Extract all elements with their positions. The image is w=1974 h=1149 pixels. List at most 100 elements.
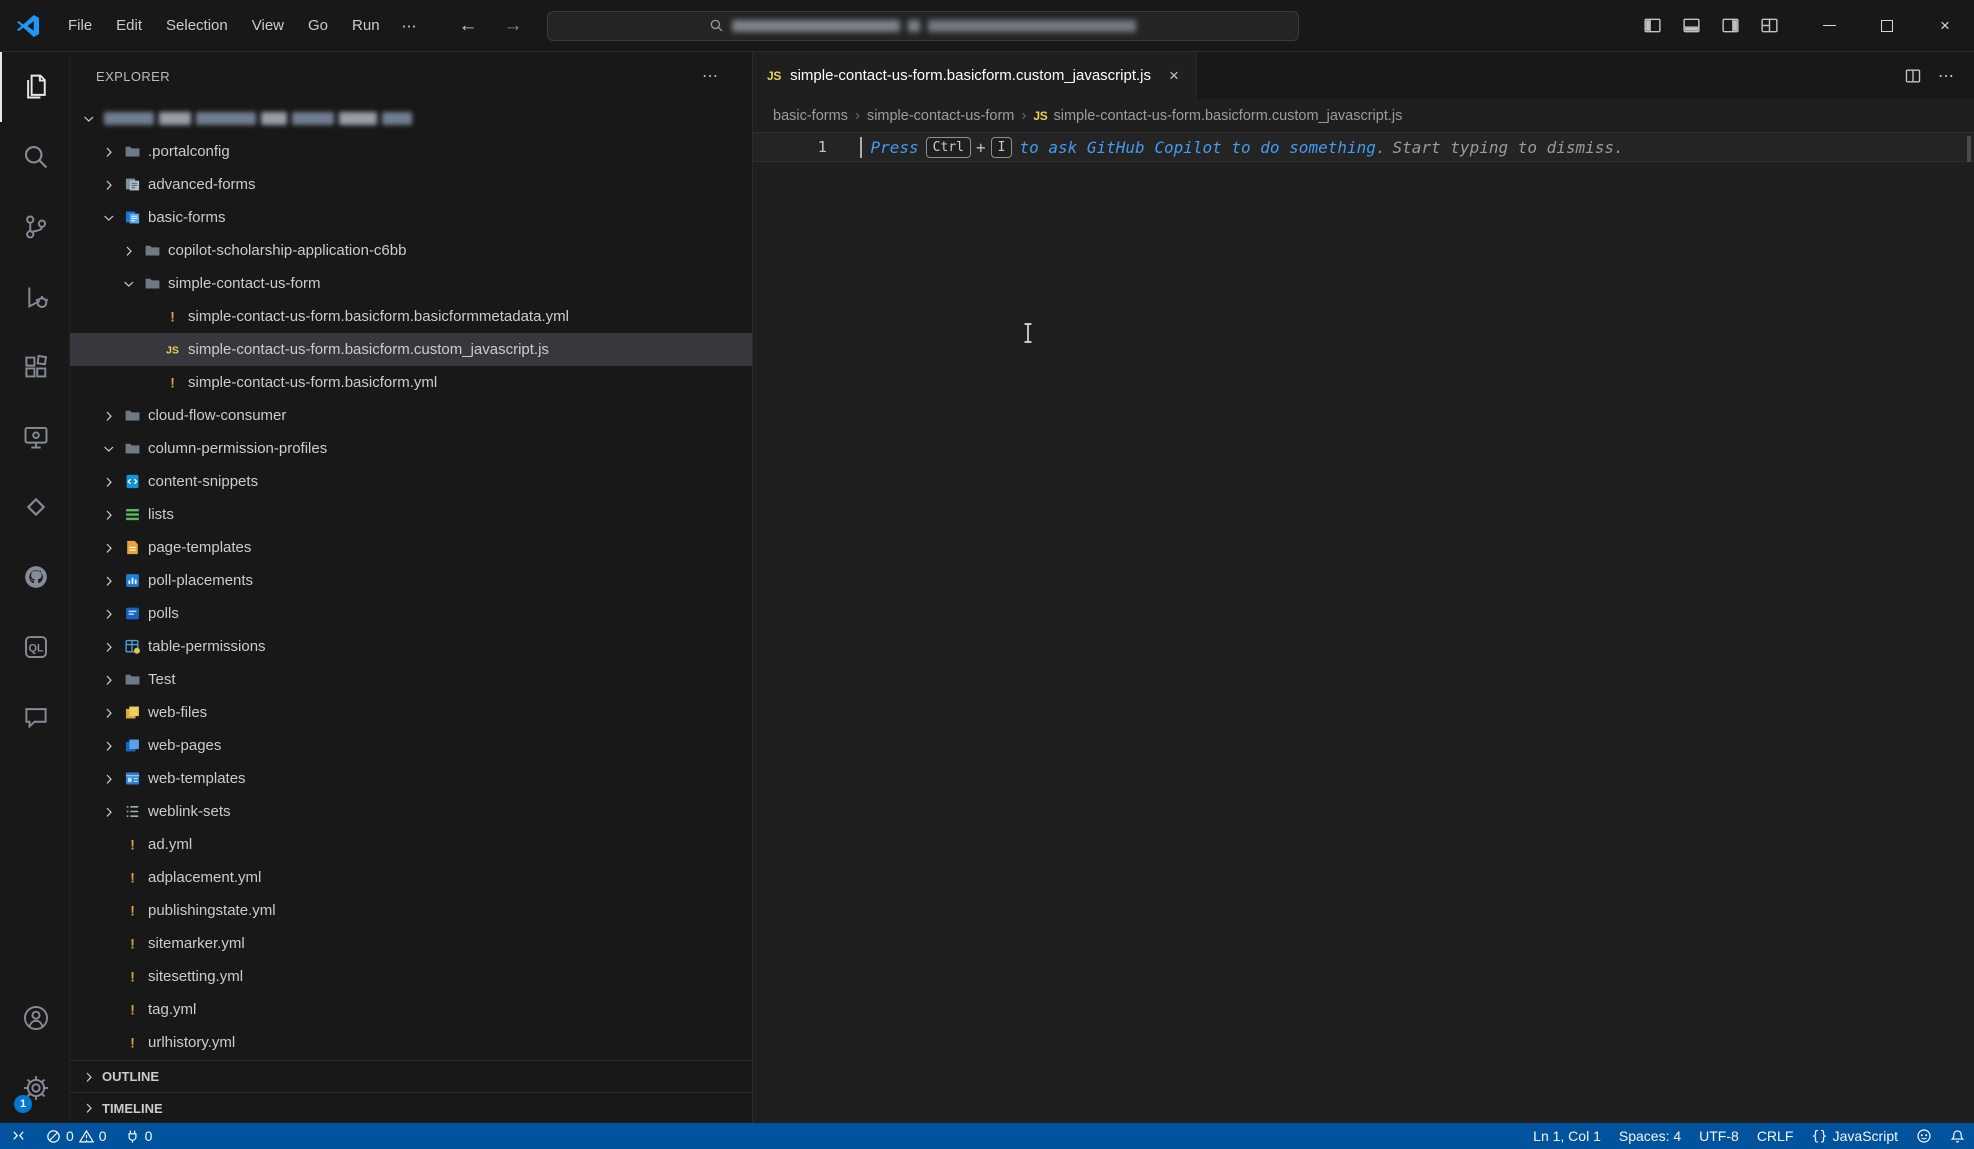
chevron-right-icon	[98, 671, 120, 688]
tree-item-copilot-scholarship-application-c6bb[interactable]: copilot-scholarship-application-c6bb	[70, 234, 752, 267]
tree-item-poll-placements[interactable]: poll-placements	[70, 564, 752, 597]
tree-item-weblink-sets[interactable]: weblink-sets	[70, 795, 752, 828]
activity-settings[interactable]: 1	[0, 1053, 69, 1123]
tree-item-column-permission-profiles[interactable]: column-permission-profiles	[70, 432, 752, 465]
tree-item-simple-contact-us-form[interactable]: simple-contact-us-form	[70, 267, 752, 300]
activity-power-platform[interactable]	[0, 472, 69, 542]
breadcrumb-item-simple-contact-us-form-basicform-custom-javascri[interactable]: JSsimple-contact-us-form.basicform.custo…	[1033, 108, 1402, 124]
outline-section-header[interactable]: OUTLINE	[70, 1060, 752, 1092]
settings-badge: 1	[14, 1095, 32, 1113]
tree-item-advanced-forms[interactable]: advanced-forms	[70, 168, 752, 201]
menu-selection[interactable]: Selection	[154, 11, 240, 40]
tree-item-sitemarker-yml[interactable]: !sitemarker.yml	[70, 927, 752, 960]
svg-text:!: !	[170, 374, 175, 390]
minimize-button[interactable]	[1800, 0, 1858, 52]
tree-item-simple-contact-us-form-basicform-custom-javascri[interactable]: JSsimple-contact-us-form.basicform.custo…	[70, 333, 752, 366]
tree-item-web-templates[interactable]: web-templates	[70, 762, 752, 795]
tree-item-test[interactable]: Test	[70, 663, 752, 696]
tree-item-label: web-pages	[148, 737, 221, 754]
tab-custom-javascript[interactable]: JS simple-contact-us-form.basicform.cust…	[753, 52, 1197, 99]
activity-run-debug[interactable]	[0, 262, 69, 332]
activity-accounts[interactable]	[0, 983, 69, 1053]
activity-search[interactable]	[0, 122, 69, 192]
breadcrumb-item-simple-contact-us-form[interactable]: simple-contact-us-form	[867, 108, 1014, 124]
explorer-sidebar: EXPLORER ⋯ .portalconfigadvanced-formsba…	[70, 52, 753, 1123]
tree-item-label: web-templates	[148, 770, 246, 787]
tree-item-label: content-snippets	[148, 473, 258, 490]
folder-icon	[120, 407, 144, 425]
more-actions-icon[interactable]: ⋯	[1932, 62, 1960, 90]
tree-item-adplacement-yml[interactable]: !adplacement.yml	[70, 861, 752, 894]
notifications[interactable]	[1941, 1123, 1974, 1149]
search-command-center[interactable]	[547, 11, 1299, 41]
code-area[interactable]: 1 Press Ctrl + I to ask GitHub Copilot t…	[753, 132, 1974, 1123]
tree-item-portalconfig[interactable]: .portalconfig	[70, 135, 752, 168]
tree-item-ad-yml[interactable]: !ad.yml	[70, 828, 752, 861]
tree-item-content-snippets[interactable]: content-snippets	[70, 465, 752, 498]
activity-codeql[interactable]: QL	[0, 612, 69, 682]
tree-item-publishingstate-yml[interactable]: !publishingstate.yml	[70, 894, 752, 927]
chevron-spacer	[98, 1001, 120, 1018]
tab-bar: JS simple-contact-us-form.basicform.cust…	[753, 52, 1974, 99]
explorer-more-actions-button[interactable]: ⋯	[694, 64, 726, 88]
ports-count: 0	[145, 1128, 153, 1144]
toggle-panel-icon[interactable]	[1675, 11, 1708, 40]
toggle-sidebar-icon[interactable]	[1636, 11, 1669, 40]
activity-source-control[interactable]	[0, 192, 69, 262]
tree-item-basic-forms[interactable]: basic-forms	[70, 201, 752, 234]
menu-go[interactable]: Go	[296, 11, 340, 40]
editor-caret	[860, 137, 862, 158]
menu-file[interactable]: File	[56, 11, 104, 40]
remote-indicator[interactable]	[0, 1123, 37, 1149]
activity-extensions[interactable]	[0, 332, 69, 402]
eol-sequence[interactable]: CRLF	[1748, 1123, 1803, 1149]
tree-item-workspace-root[interactable]	[70, 102, 752, 135]
activity-github[interactable]	[0, 542, 69, 612]
split-editor-icon[interactable]	[1898, 63, 1928, 89]
tree-item-lists[interactable]: lists	[70, 498, 752, 531]
menu-edit[interactable]: Edit	[104, 11, 154, 40]
encoding[interactable]: UTF-8	[1690, 1123, 1748, 1149]
tree-item-web-files[interactable]: web-files	[70, 696, 752, 729]
chevron-right-icon	[78, 1068, 100, 1085]
tree-item-sitesetting-yml[interactable]: !sitesetting.yml	[70, 960, 752, 993]
breadcrumb-item-basic-forms[interactable]: basic-forms	[773, 108, 848, 124]
back-button[interactable]: ←	[453, 13, 484, 39]
tree-item-page-templates[interactable]: page-templates	[70, 531, 752, 564]
activity-explorer[interactable]	[0, 52, 69, 122]
tree-item-label: simple-contact-us-form	[168, 275, 321, 292]
tab-close-icon[interactable]: ×	[1166, 66, 1182, 86]
chevron-spacer	[138, 341, 160, 358]
problems-indicator[interactable]: 0 0	[37, 1123, 116, 1149]
svg-text:!: !	[130, 1001, 135, 1017]
github-copilot-icon	[1916, 1128, 1932, 1144]
tree-item-polls[interactable]: polls	[70, 597, 752, 630]
menu-view[interactable]: View	[240, 11, 296, 40]
menu-overflow-button[interactable]: ⋯	[392, 11, 427, 41]
tree-item-urlhistory-yml[interactable]: !urlhistory.yml	[70, 1026, 752, 1059]
indentation[interactable]: Spaces: 4	[1610, 1123, 1690, 1149]
web-pages-icon	[120, 737, 144, 755]
tree-item-simple-contact-us-form-basicform-basicformmetada[interactable]: !simple-contact-us-form.basicform.basicf…	[70, 300, 752, 333]
activity-comments[interactable]	[0, 682, 69, 752]
tree-item-simple-contact-us-form-basicform-yml[interactable]: !simple-contact-us-form.basicform.yml	[70, 366, 752, 399]
ports-indicator[interactable]: 0	[116, 1123, 162, 1149]
cursor-position[interactable]: Ln 1, Col 1	[1524, 1123, 1610, 1149]
tree-item-web-pages[interactable]: web-pages	[70, 729, 752, 762]
maximize-button[interactable]	[1858, 0, 1916, 52]
timeline-section-header[interactable]: TIMELINE	[70, 1092, 752, 1123]
forward-button[interactable]: →	[498, 13, 529, 39]
toggle-secondary-sidebar-icon[interactable]	[1714, 11, 1747, 40]
activity-remote-explorer[interactable]	[0, 402, 69, 472]
menu-run[interactable]: Run	[340, 11, 392, 40]
customize-layout-icon[interactable]	[1753, 11, 1786, 40]
run-debug-icon	[22, 283, 50, 311]
tree-item-table-permissions[interactable]: table-permissions	[70, 630, 752, 663]
language-mode[interactable]: {} JavaScript	[1802, 1123, 1907, 1149]
status-bar: 0 0 0 Ln 1, Col 1 Spaces: 4 UTF-8 CRLF {…	[0, 1123, 1974, 1149]
tree-item-cloud-flow-consumer[interactable]: cloud-flow-consumer	[70, 399, 752, 432]
close-button[interactable]: ×	[1916, 0, 1974, 52]
tree-item-tag-yml[interactable]: !tag.yml	[70, 993, 752, 1026]
copilot-status[interactable]	[1907, 1123, 1941, 1149]
tree-item-label: simple-contact-us-form.basicform.custom_…	[188, 341, 549, 358]
